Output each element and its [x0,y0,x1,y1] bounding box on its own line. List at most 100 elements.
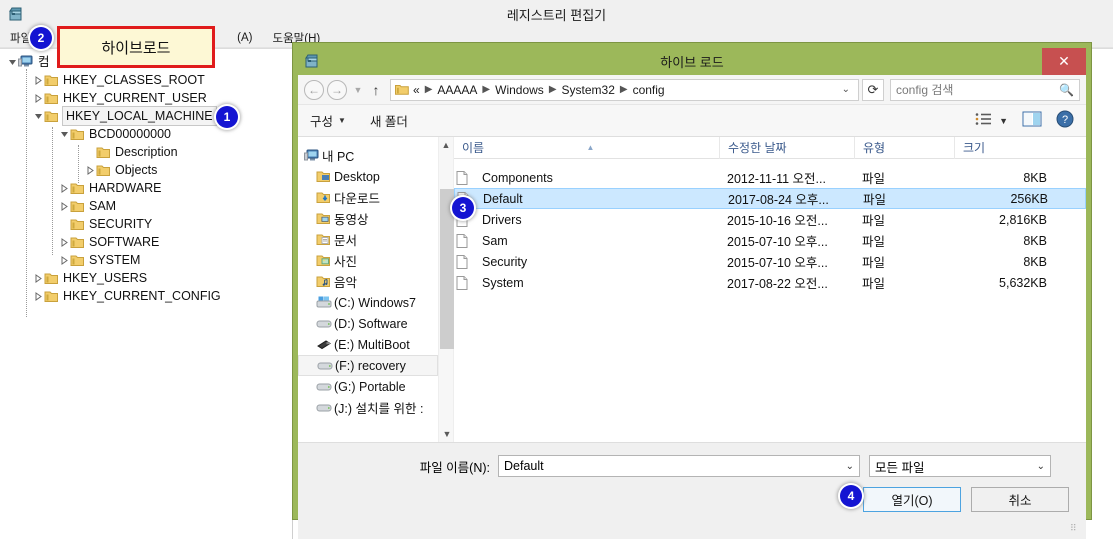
tree-item-security[interactable]: SECURITY [0,215,292,233]
this-pc-icon [304,149,322,163]
chevron-expanded-icon[interactable] [6,53,18,71]
chevron-down-icon[interactable]: ⌄ [838,84,854,95]
navigation-pane-scrollbar[interactable]: ▲ ▼ [438,137,454,442]
chevron-collapsed-icon[interactable] [84,161,96,179]
navpane-item-drive-j[interactable]: (J:) 설치를 위한 : [298,397,438,418]
tree-item-hkey-current-config[interactable]: HKEY_CURRENT_CONFIG [0,287,292,305]
file-type: 파일 [862,214,886,228]
chevron-down-icon[interactable]: ▼ [999,116,1008,126]
file-modified: 2015-10-16 오전... [727,214,828,228]
chevron-down-icon[interactable]: ⌄ [846,461,854,472]
tree-item-hkey-local-machine[interactable]: HKEY_LOCAL_MACHINE [0,106,292,126]
help-icon[interactable]: ? [1056,110,1074,131]
navpane-item-downloads[interactable]: 다운로드 [298,187,438,208]
table-row[interactable]: Security 2015-07-10 오후... 파일 8KB [454,251,1086,272]
search-input[interactable]: config 검색 🔍 [890,78,1080,101]
navigation-pane[interactable]: 내 PC Desktop 다운로드 동영상 문서 사진 음악 (C:) Wind… [298,137,438,442]
view-list-icon[interactable] [975,112,993,129]
tree-item-hkey-classes-root[interactable]: HKEY_CLASSES_ROOT [0,71,292,89]
navpane-item-drive-c[interactable]: (C:) Windows7 [298,292,438,313]
refresh-icon[interactable]: ⟳ [862,78,884,101]
file-type-filter[interactable]: 모든 파일 ⌄ [869,455,1051,477]
navpane-item-drive-e[interactable]: (E:) MultiBoot [298,334,438,355]
tree-item-hkey-current-user[interactable]: HKEY_CURRENT_USER [0,89,292,107]
navpane-item-music[interactable]: 음악 [298,271,438,292]
navpane-item-drive-g[interactable]: (G:) Portable [298,376,438,397]
forward-icon[interactable]: → [327,79,347,100]
column-header-name[interactable]: ▲ 이름 [454,137,719,159]
up-icon[interactable]: ↑ [366,82,386,98]
back-icon[interactable]: ← [304,79,324,100]
navpane-item-desktop[interactable]: Desktop [298,166,438,187]
tree-item-system[interactable]: SYSTEM [0,251,292,269]
scroll-down-icon[interactable]: ▼ [439,426,455,442]
recent-locations-icon[interactable]: ▼ [350,85,366,95]
chevron-collapsed-icon[interactable] [32,287,44,305]
chevron-collapsed-icon[interactable] [32,71,44,89]
tree-item-hkey-users[interactable]: HKEY_USERS [0,269,292,287]
chevron-down-icon[interactable]: ⌄ [1037,461,1045,472]
chevron-collapsed-icon[interactable] [32,89,44,107]
breadcrumb-system32[interactable]: System32 [562,83,615,97]
preview-pane-icon[interactable] [1022,111,1042,130]
file-list[interactable]: ▲ 이름 수정한 날짜 유형 크기 Components 2012-11-11 … [454,136,1086,442]
tree-item-objects[interactable]: Objects [0,161,292,179]
breadcrumb-aaaaa[interactable]: AAAAA [437,83,477,97]
resize-grip-icon[interactable]: ⠿ [1070,524,1082,538]
file-modified: 2017-08-22 오전... [727,277,828,291]
chevron-collapsed-icon[interactable] [58,233,70,251]
table-row[interactable]: System 2017-08-22 오전... 파일 5,632KB [454,272,1086,293]
breadcrumb-windows[interactable]: Windows [495,83,544,97]
file-name: System [482,275,524,290]
column-header-type[interactable]: 유형 [854,136,954,159]
file-name: Components [482,170,553,185]
tree-item-hardware[interactable]: HARDWARE [0,179,292,197]
table-row[interactable]: Drivers 2015-10-16 오전... 파일 2,816KB [454,209,1086,230]
folder-icon [70,236,85,249]
navpane-item-pictures[interactable]: 사진 [298,250,438,271]
navpane-item-videos[interactable]: 동영상 [298,208,438,229]
navpane-item-drive-f[interactable]: (F:) recovery [298,355,438,376]
chevron-collapsed-icon[interactable] [32,269,44,287]
scrollbar-thumb[interactable] [440,189,454,349]
chevron-collapsed-icon[interactable] [58,251,70,269]
search-icon[interactable]: 🔍 [1059,83,1074,97]
address-bar[interactable]: « ▶ AAAAA ▶ Windows ▶ System32 ▶ config … [390,78,859,101]
registry-tree[interactable]: 컴 HKEY_CLASSES_ROOT HKEY_CURRENT_USER HK… [0,49,293,539]
column-header-modified[interactable]: 수정한 날짜 [719,136,854,159]
cancel-button[interactable]: 취소 [971,487,1069,512]
tree-item-description[interactable]: Description [0,143,292,161]
column-header-size[interactable]: 크기 [954,136,1059,159]
breadcrumb-config[interactable]: config [633,83,665,97]
new-folder-button[interactable]: 새 폴더 [370,111,408,130]
file-type-filter-value: 모든 파일 [875,460,925,475]
table-row[interactable]: Components 2012-11-11 오전... 파일 8KB [454,167,1086,188]
tree-item-bcd00000000[interactable]: BCD00000000 [0,125,292,143]
filename-input[interactable]: Default ⌄ [498,455,860,477]
chevron-expanded-icon[interactable] [58,125,70,143]
chevron-collapsed-icon[interactable] [58,179,70,197]
menu-item-a[interactable]: (A) [237,32,252,44]
open-button[interactable]: 열기(O) [863,487,961,512]
music-folder-icon [316,275,334,288]
dialog-main: 내 PC Desktop 다운로드 동영상 문서 사진 음악 (C:) Wind… [298,136,1086,443]
breadcrumb-root[interactable]: « [413,83,420,97]
menu-item-file[interactable]: 파일 [10,30,31,46]
folder-icon [395,84,409,96]
documents-folder-icon [316,233,334,246]
close-icon[interactable]: ✕ [1042,48,1086,75]
table-row[interactable]: Sam 2015-07-10 오후... 파일 8KB [454,230,1086,251]
scroll-up-icon[interactable]: ▲ [439,137,453,153]
tree-item-label: SECURITY [89,217,153,231]
navpane-item-documents[interactable]: 문서 [298,229,438,250]
table-row[interactable]: Default 2017-08-24 오후... 파일 256KB [454,188,1086,209]
navpane-item-drive-d[interactable]: (D:) Software [298,313,438,334]
tree-item-label: Description [115,145,178,159]
chevron-collapsed-icon[interactable] [58,197,70,215]
tree-item-sam[interactable]: SAM [0,197,292,215]
navpane-item-this-pc[interactable]: 내 PC [298,145,438,166]
chevron-expanded-icon[interactable] [32,107,44,125]
folder-icon [44,92,59,105]
tree-item-software[interactable]: SOFTWARE [0,233,292,251]
organize-button[interactable]: 구성 ▼ [310,111,346,130]
